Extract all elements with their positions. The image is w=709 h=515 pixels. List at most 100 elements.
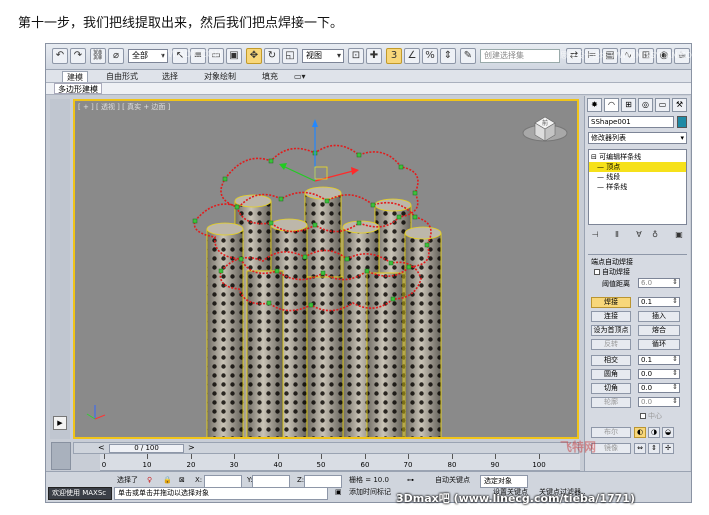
cross-insert-button[interactable]: 相交 <box>591 355 631 366</box>
track-tick-label: 0 <box>101 461 107 469</box>
chamfer-spinner[interactable]: 0.0 <box>638 383 680 393</box>
utilities-tab-icon[interactable]: ⚒ <box>672 98 687 112</box>
boolean-button[interactable]: 布尔 <box>591 427 631 438</box>
cycle-button[interactable]: 循环 <box>638 339 680 350</box>
auto-key-button[interactable]: 自动关键点 <box>432 475 478 488</box>
add-time-tag[interactable]: 添加时间标记 <box>346 487 402 500</box>
make-unique-icon[interactable]: ∀ <box>632 229 646 240</box>
select-scale-icon[interactable]: ◱ <box>282 48 298 64</box>
track-tick <box>104 454 105 459</box>
edit-named-selection-icon[interactable]: ✎ <box>460 48 476 64</box>
track-tick-label: 80 <box>447 461 457 469</box>
time-next-icon[interactable]: > <box>188 443 195 453</box>
track-tick <box>365 454 366 459</box>
select-rotate-icon[interactable]: ↻ <box>264 48 280 64</box>
time-tag-icon[interactable]: ▣ <box>332 487 344 500</box>
track-bar[interactable]: 0 10 20 30 40 50 60 70 80 90 100 <box>100 454 580 471</box>
ribbon-panel: 多边形建模 <box>46 83 691 95</box>
time-slider-track[interactable]: < 0 / 100 > <box>73 442 579 454</box>
track-tick-label: 30 <box>229 461 239 469</box>
fillet-spinner[interactable]: 0.0 <box>638 369 680 379</box>
center-checkbox[interactable]: 中心 <box>640 411 662 421</box>
auto-weld-group-title: 端点自动焊接 <box>591 258 633 266</box>
remove-modifier-icon[interactable]: ♁ <box>648 229 662 240</box>
stack-item-segment[interactable]: — 线段 <box>589 172 686 182</box>
track-tick-label: 20 <box>186 461 196 469</box>
cylinder-group <box>206 186 442 437</box>
motion-tab-icon[interactable]: ◎ <box>638 98 653 112</box>
boolean-intersect-icon[interactable]: ◒ <box>662 427 674 438</box>
boolean-subtract-icon[interactable]: ◑ <box>648 427 660 438</box>
threshold-spinner[interactable]: 6.0 <box>638 278 680 288</box>
track-tick <box>147 454 148 459</box>
time-slider[interactable]: 0 / 100 <box>109 444 184 453</box>
snaps-toggle-icon[interactable]: 3 <box>386 48 402 64</box>
command-panel-tabs: ✸ ◠ ⊞ ◎ ▭ ⚒ <box>587 98 689 112</box>
scene-render: 前 <box>86 116 568 437</box>
boolean-union-icon[interactable]: ◐ <box>634 427 646 438</box>
undo-icon[interactable]: ↶ <box>52 48 68 64</box>
tab-polygon-modeling[interactable]: 多边形建模 <box>54 83 102 94</box>
outline-button[interactable]: 轮廓 <box>591 397 631 408</box>
tab-selection[interactable]: 选择 <box>158 71 182 82</box>
ribbon-options-icon[interactable]: ▭▾ <box>290 71 310 82</box>
redo-icon[interactable]: ↷ <box>70 48 86 64</box>
track-tick-label: 10 <box>142 461 152 469</box>
percent-snap-icon[interactable]: % <box>422 48 438 64</box>
reference-coord-dropdown[interactable]: 视图 <box>302 49 344 63</box>
stack-item-spline[interactable]: — 样条线 <box>589 182 686 192</box>
auto-weld-checkbox[interactable]: 自动焊接 <box>594 267 630 277</box>
tab-modeling[interactable]: 建模 <box>62 71 88 82</box>
link-icon[interactable]: ⛓ <box>90 48 106 64</box>
watermark-top-right: 思缘设计论坛 WWW.MISSYUAN.COM <box>560 51 699 60</box>
maxscript-listener[interactable]: 欢迎使用 MAXSc <box>48 487 112 500</box>
viewcube-face-label: 前 <box>542 119 548 127</box>
fillet-button[interactable]: 圆角 <box>591 369 631 380</box>
angle-snap-icon[interactable]: ∠ <box>404 48 420 64</box>
unlink-icon[interactable]: ⌀ <box>108 48 124 64</box>
tab-object-paint[interactable]: 对象绘制 <box>200 71 240 82</box>
pivot-center-icon[interactable]: ⊡ <box>348 48 364 64</box>
cross-insert-spinner[interactable]: 0.1 <box>638 355 680 365</box>
watermark-bottom: 3Dmax吧 (www.linecg.com/tieba/1771) <box>396 492 635 505</box>
tab-freeform[interactable]: 自由形式 <box>102 71 142 82</box>
hierarchy-tab-icon[interactable]: ⊞ <box>621 98 636 112</box>
object-name-field[interactable]: SShape001 <box>588 116 674 128</box>
modify-tab-icon[interactable]: ◠ <box>604 98 619 112</box>
track-tick-label: 90 <box>490 461 500 469</box>
window-crossing-icon[interactable]: ▣ <box>226 48 242 64</box>
connect-button[interactable]: 连接 <box>591 311 631 322</box>
perspective-viewport[interactable]: [ + ] [ 透视 ] [ 真实 + 边面 ] 前 <box>73 99 579 439</box>
key-mode-icon[interactable]: ⊶ <box>404 475 426 488</box>
create-tab-icon[interactable]: ✸ <box>587 98 602 112</box>
display-tab-icon[interactable]: ▭ <box>655 98 670 112</box>
modifier-list-dropdown[interactable]: 修改器列表 <box>588 132 687 144</box>
stack-toolbar: ⊣ Ⅱ ∀ ♁ ▣ <box>588 229 687 241</box>
make-first-button[interactable]: 设为首顶点 <box>591 325 631 336</box>
axis-tripod <box>86 405 106 420</box>
outline-spinner[interactable]: 0.0 <box>638 397 680 407</box>
stack-item-vertex[interactable]: — 顶点 <box>589 162 686 172</box>
caption: 第十一步，我们把线提取出来，然后我们把点焊接一下。 <box>18 16 344 31</box>
named-selection-set-field[interactable]: 创建选择集 <box>480 49 560 63</box>
track-tick-label: 40 <box>273 461 283 469</box>
chamfer-button[interactable]: 切角 <box>591 383 631 394</box>
spinner-snap-icon[interactable]: ⇕ <box>440 48 456 64</box>
weld-button[interactable]: 焊接 <box>591 297 631 308</box>
time-prev-icon[interactable]: < <box>98 443 105 453</box>
select-manipulate-icon[interactable]: ✚ <box>366 48 382 64</box>
reverse-button[interactable]: 反转 <box>591 339 631 350</box>
watermark-logo: 飞特网 <box>560 440 597 454</box>
select-move-icon[interactable]: ✥ <box>246 48 262 64</box>
pin-stack-icon[interactable]: ⊣ <box>588 229 602 240</box>
play-icon[interactable]: ▶ <box>53 416 67 430</box>
configure-sets-icon[interactable]: ▣ <box>672 229 686 240</box>
mini-curve-editor-toggle[interactable] <box>51 442 71 470</box>
insert-button[interactable]: 插入 <box>638 311 680 322</box>
object-color-swatch[interactable] <box>677 116 687 128</box>
tab-populate[interactable]: 填充 <box>258 71 282 82</box>
weld-threshold-spinner[interactable]: 0.1 <box>638 297 680 307</box>
stack-item-editable-spline[interactable]: ⊟ 可编辑样条线 <box>589 152 686 162</box>
fuse-button[interactable]: 熔合 <box>638 325 680 336</box>
show-end-result-icon[interactable]: Ⅱ <box>610 229 624 240</box>
